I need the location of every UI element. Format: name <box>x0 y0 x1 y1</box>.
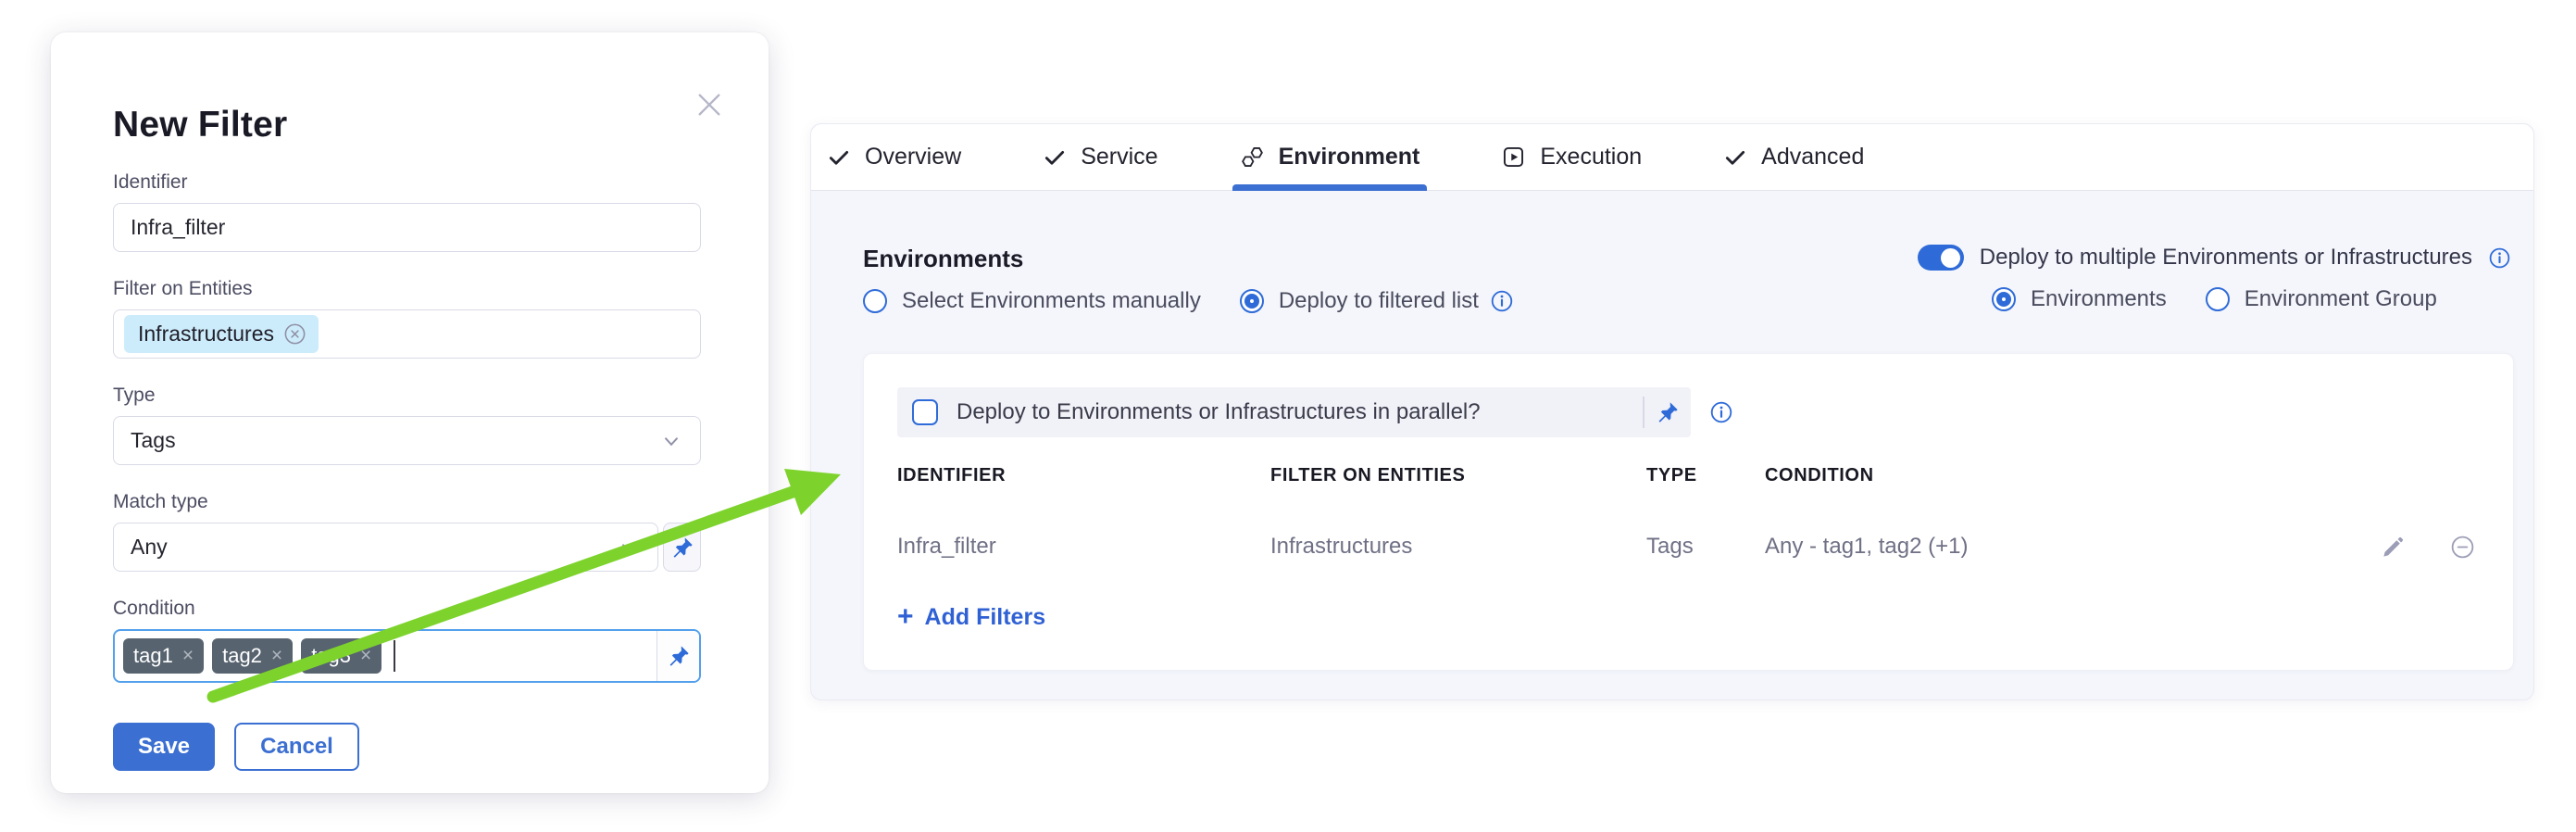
match-type-pin-button[interactable] <box>663 523 701 572</box>
radio-select-manually-label[interactable]: Select Environments manually <box>902 288 1201 314</box>
new-filter-modal: New Filter Identifier Filter on Entities… <box>51 32 769 793</box>
table-row: Infra_filter Infrastructures Tags Any - … <box>897 533 2480 561</box>
radio-environment-group[interactable] <box>2206 287 2230 311</box>
column-header: CONDITION <box>1765 465 2266 486</box>
add-filters-label: Add Filters <box>925 604 1046 631</box>
execution-play-icon <box>1501 145 1526 170</box>
parallel-checkbox[interactable] <box>912 399 938 425</box>
check-icon <box>827 145 851 170</box>
radio-environments-label[interactable]: Environments <box>2031 286 2167 312</box>
tab-label: Environment <box>1279 144 1420 170</box>
type-select[interactable]: Tags <box>113 416 701 465</box>
identifier-label: Identifier <box>113 171 704 194</box>
identifier-input[interactable] <box>113 203 701 252</box>
chip-remove-icon[interactable] <box>282 321 307 347</box>
check-icon <box>1043 145 1067 170</box>
info-icon[interactable] <box>1709 400 1733 424</box>
tag-label: tag1 <box>133 644 173 668</box>
modal-title: New Filter <box>113 105 704 145</box>
radio-deploy-filtered-label[interactable]: Deploy to filtered list <box>1279 288 1479 314</box>
info-icon[interactable] <box>1490 289 1514 313</box>
cell-filter-on-entities: Infrastructures <box>1270 534 1646 560</box>
tag-label: tag3 <box>311 644 351 668</box>
tab-label: Overview <box>865 144 961 170</box>
cell-condition: Any - tag1, tag2 (+1) <box>1765 534 2266 560</box>
pencil-icon <box>2381 535 2406 560</box>
tab-advanced[interactable]: Advanced <box>1723 124 1864 190</box>
tab-overview[interactable]: Overview <box>827 124 961 190</box>
stage-tabbar: Overview Service Environment Execution A… <box>811 124 2533 191</box>
multi-env-toggle-label: Deploy to multiple Environments or Infra… <box>1980 245 2472 271</box>
filters-table-header: IDENTIFIER FILTER ON ENTITIES TYPE CONDI… <box>897 465 2480 486</box>
parallel-option-row: Deploy to Environments or Infrastructure… <box>897 387 1691 437</box>
condition-tag[interactable]: tag2 × <box>212 638 293 674</box>
info-icon[interactable] <box>2488 246 2511 270</box>
text-cursor <box>394 640 395 672</box>
minus-circle-icon <box>2449 534 2476 561</box>
filter-on-entities-label: Filter on Entities <box>113 278 704 300</box>
environment-tab-content: Environments Select Environments manuall… <box>811 191 2533 671</box>
environment-hexagons-icon <box>1240 145 1265 170</box>
radio-environment-group-label[interactable]: Environment Group <box>2245 286 2437 312</box>
match-type-label: Match type <box>113 491 704 513</box>
multi-env-toggle[interactable] <box>1918 245 1964 271</box>
pin-icon <box>670 536 694 560</box>
condition-input[interactable]: tag1 × tag2 × tag3 × <box>113 629 701 683</box>
chevron-down-icon <box>659 429 683 453</box>
tab-environment[interactable]: Environment <box>1240 124 1420 190</box>
pin-icon <box>1656 400 1680 424</box>
pipeline-stage-panel: Overview Service Environment Execution A… <box>810 123 2534 700</box>
filter-on-entities-input[interactable]: Infrastructures <box>113 309 701 359</box>
remove-filter-button[interactable] <box>2448 533 2476 561</box>
column-header: FILTER ON ENTITIES <box>1270 465 1646 486</box>
entity-chip-label: Infrastructures <box>138 321 274 347</box>
pin-icon <box>667 644 691 668</box>
env-left-options: Environments Select Environments manuall… <box>863 245 1514 314</box>
type-select-value: Tags <box>131 428 176 453</box>
tab-service[interactable]: Service <box>1043 124 1157 190</box>
cell-type: Tags <box>1646 534 1765 560</box>
edit-filter-button[interactable] <box>2379 533 2407 561</box>
tab-label: Service <box>1081 144 1157 170</box>
filters-card: Deploy to Environments or Infrastructure… <box>863 353 2514 671</box>
tab-label: Execution <box>1540 144 1642 170</box>
radio-environments[interactable] <box>1992 287 2016 311</box>
plus-icon: + <box>897 603 914 631</box>
check-icon <box>1723 145 1747 170</box>
save-button[interactable]: Save <box>113 723 215 771</box>
match-type-select[interactable]: Any <box>113 523 658 572</box>
env-right-options: Deploy to multiple Environments or Infra… <box>1918 245 2511 312</box>
condition-tag[interactable]: tag3 × <box>301 638 381 674</box>
remove-tag-icon[interactable]: × <box>182 645 194 667</box>
entity-chip[interactable]: Infrastructures <box>124 315 319 353</box>
remove-tag-icon[interactable]: × <box>360 645 371 667</box>
tag-label: tag2 <box>222 644 262 668</box>
radio-select-manually[interactable] <box>863 289 887 313</box>
tab-execution[interactable]: Execution <box>1501 124 1642 190</box>
remove-tag-icon[interactable]: × <box>271 645 282 667</box>
chevron-down-icon <box>617 536 641 560</box>
add-filters-button[interactable]: + Add Filters <box>897 603 1045 631</box>
environments-heading: Environments <box>863 245 1514 273</box>
cancel-button[interactable]: Cancel <box>234 723 359 771</box>
match-type-select-value: Any <box>131 535 168 560</box>
cell-identifier: Infra_filter <box>897 534 1270 560</box>
parallel-checkbox-label[interactable]: Deploy to Environments or Infrastructure… <box>957 399 1481 425</box>
tab-label: Advanced <box>1761 144 1864 170</box>
radio-deploy-filtered[interactable] <box>1240 289 1264 313</box>
type-label: Type <box>113 384 704 407</box>
close-icon[interactable] <box>691 86 728 123</box>
condition-tag[interactable]: tag1 × <box>123 638 204 674</box>
column-header: TYPE <box>1646 465 1765 486</box>
condition-label: Condition <box>113 598 704 620</box>
column-header: IDENTIFIER <box>897 465 1270 486</box>
condition-pin-button[interactable] <box>657 631 699 681</box>
parallel-pin-button[interactable] <box>1644 400 1691 424</box>
